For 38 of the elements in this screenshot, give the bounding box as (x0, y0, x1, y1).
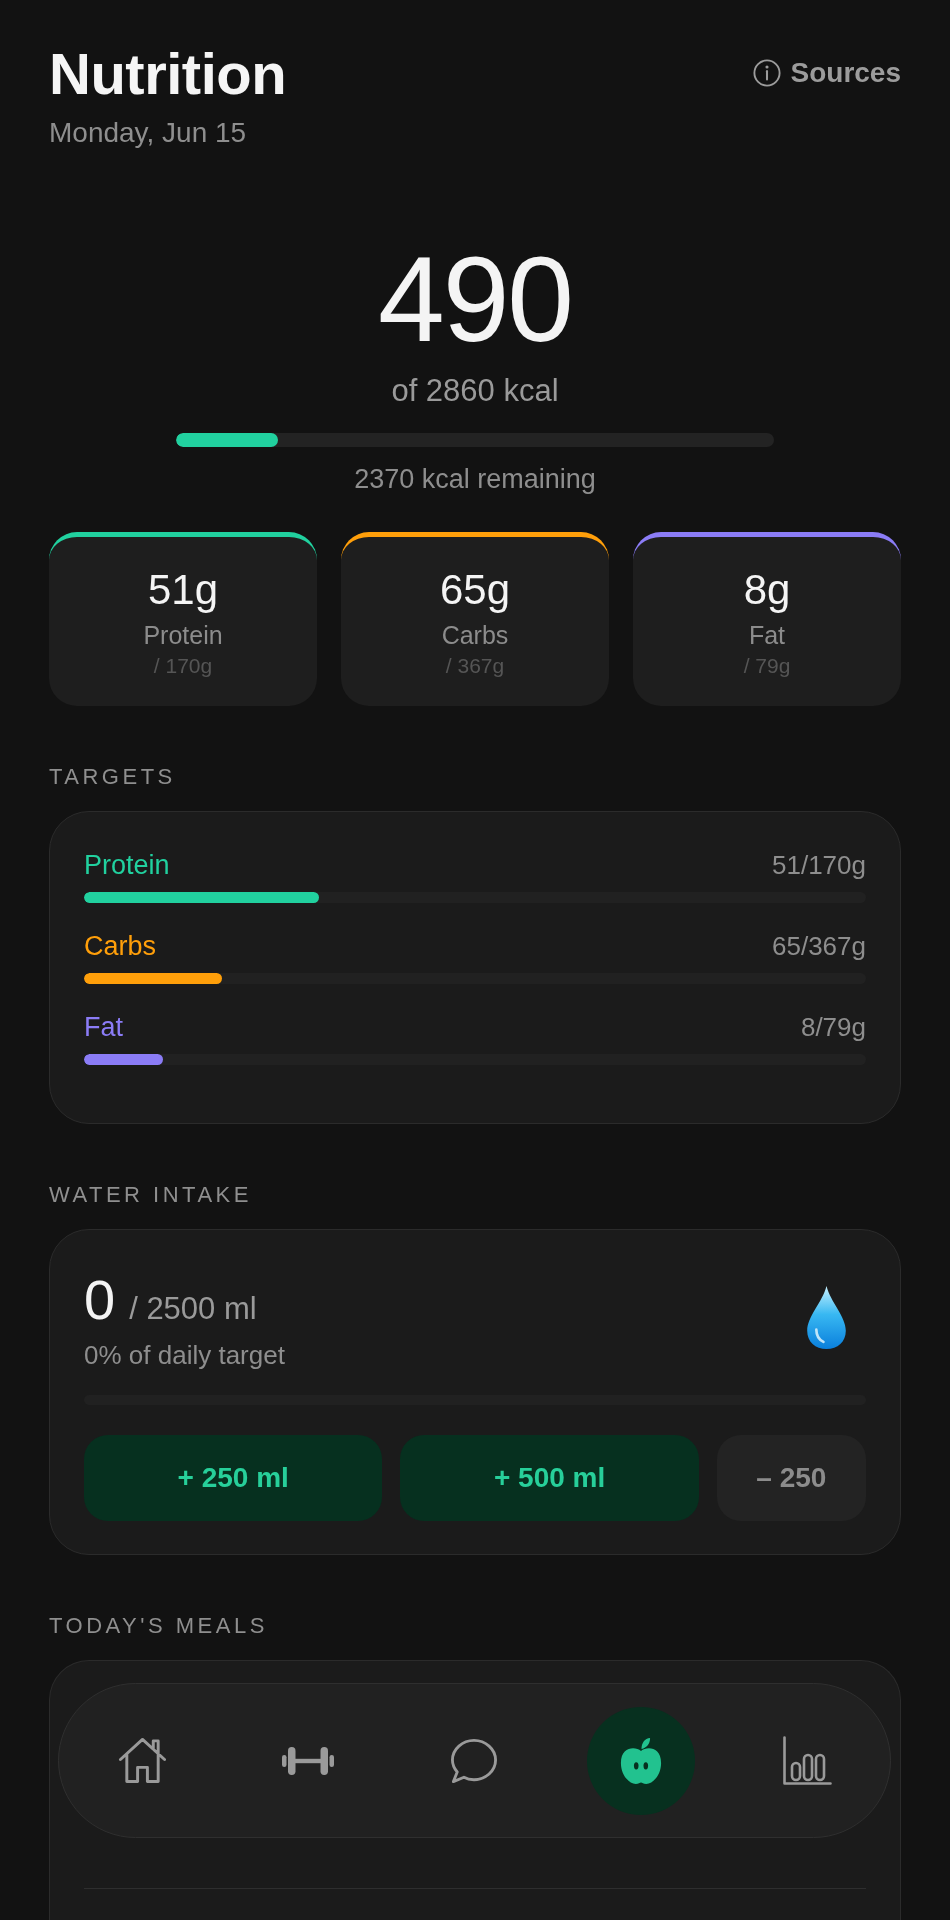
water-amount: 0 (84, 1270, 116, 1330)
nav-tab[interactable] (116, 1736, 168, 1785)
macro-amount: 8g (743, 566, 791, 614)
home-icon (116, 1736, 168, 1785)
apple-icon (618, 1736, 663, 1785)
target-reading: 65/367g (772, 930, 866, 962)
macro-amount: 65g (439, 566, 511, 614)
water-goal: / 2500 ml (129, 1291, 257, 1327)
water-drop-icon (806, 1285, 847, 1350)
info-icon (752, 59, 781, 87)
nav-tab[interactable] (781, 1735, 832, 1786)
nav-tab[interactable] (282, 1745, 335, 1776)
speech-bubble-icon (450, 1737, 499, 1784)
page-title: Nutrition (49, 42, 287, 106)
target-label: Fat (84, 1011, 123, 1043)
target-reading: 8/79g (800, 1011, 866, 1043)
remove-water-button[interactable]: – 250 (716, 1435, 866, 1521)
calories-remaining: 2370 kcal remaining (354, 463, 596, 495)
date-label: Monday, Jun 15 (49, 116, 248, 150)
section-heading: WATER INTAKE (49, 1182, 252, 1208)
calories-goal: of 2860 kcal (391, 373, 559, 409)
macro-label: Fat (748, 620, 786, 650)
target-label: Protein (84, 849, 170, 881)
section-heading: TODAY'S MEALS (49, 1613, 268, 1639)
add-water-button[interactable]: + 250 ml (84, 1435, 383, 1521)
calories-value: 490 (377, 239, 573, 359)
nav-tab[interactable] (450, 1737, 499, 1784)
add-water-button[interactable]: + 500 ml (400, 1435, 699, 1521)
macro-amount: 51g (147, 566, 219, 614)
macro-label: Carbs (441, 620, 509, 650)
target-label: Carbs (84, 930, 157, 962)
dumbbell-icon (282, 1745, 335, 1776)
water-caption: 0% of daily target (84, 1340, 285, 1370)
bar-chart-icon (781, 1735, 832, 1786)
macro-label: Protein (143, 620, 223, 650)
section-heading: TARGETS (49, 764, 176, 790)
sources-button[interactable]: Sources (752, 56, 901, 90)
target-reading: 51/170g (772, 849, 866, 881)
